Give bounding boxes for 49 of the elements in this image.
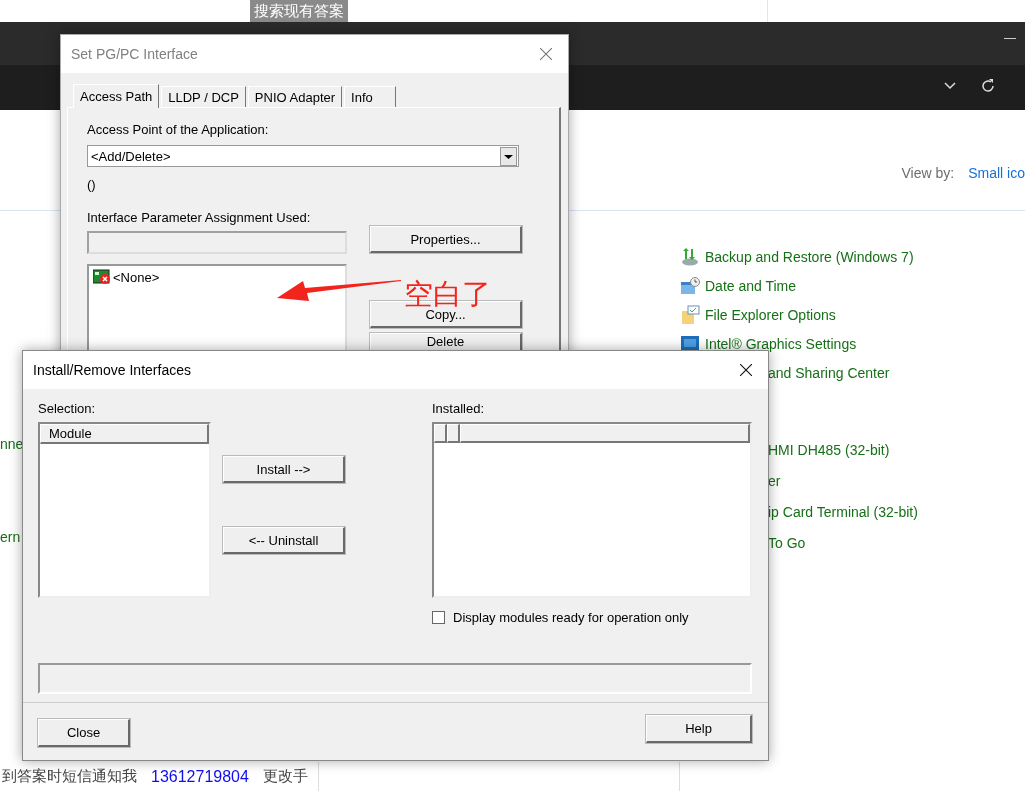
network-card-error-icon [93, 269, 111, 285]
control-panel-item[interactable]: ip Card Terminal (32-bit) [768, 503, 918, 520]
selection-label: Selection: [38, 401, 97, 416]
control-panel-item[interactable]: ern [0, 529, 21, 545]
list-item[interactable]: <None> [113, 269, 160, 285]
calendar-clock-icon [680, 275, 700, 296]
access-point-note: () [87, 177, 97, 192]
dialog-title: Install/Remove Interfaces [33, 362, 191, 378]
control-panel-item[interactable]: nne [0, 436, 24, 452]
checkbox-label[interactable]: Display modules ready for operation only [453, 610, 689, 625]
column-header[interactable]: Module [40, 424, 209, 444]
assignment-label: Interface Parameter Assignment Used: [87, 210, 312, 225]
chevron-down-icon[interactable] [944, 82, 956, 90]
control-panel-item[interactable]: Intel® Graphics Settings [705, 335, 857, 352]
selection-list[interactable]: Module [38, 422, 211, 598]
text-field[interactable] [317, 762, 680, 791]
refresh-icon[interactable] [980, 78, 996, 94]
control-panel-item[interactable]: To Go [768, 534, 806, 551]
checkbox[interactable] [432, 611, 445, 624]
installed-list[interactable] [432, 422, 752, 598]
drive-arrows-icon [680, 246, 700, 267]
dialog-button[interactable]: Properties... [370, 226, 522, 253]
tab[interactable]: PNIO Adapter [247, 86, 343, 107]
tab[interactable]: Access Path [73, 84, 160, 108]
close-button[interactable]: Close [38, 719, 130, 747]
folder-options-icon [680, 304, 700, 325]
control-panel-item[interactable]: and Sharing Center [768, 364, 890, 381]
control-panel-item[interactable]: HMI DH485 (32-bit) [768, 441, 890, 458]
tab[interactable]: LLDP / DCP [161, 86, 246, 107]
minimize-icon[interactable] [1004, 38, 1016, 40]
sms-notice-text: 到答案时短信通知我 [2, 767, 137, 786]
install-button[interactable]: Install --> [223, 456, 345, 483]
control-panel-item[interactable]: Date and Time [705, 277, 797, 294]
change-link[interactable]: 更改手 [262, 767, 308, 786]
uninstall-button[interactable]: <-- Uninstall [223, 527, 345, 554]
phone-number: 13612719804 [151, 767, 249, 786]
tab[interactable]: Info [344, 86, 397, 107]
control-panel-item[interactable]: Backup and Restore (Windows 7) [705, 248, 914, 265]
view-by-label: View by: [901, 165, 955, 181]
control-panel-item[interactable]: er [768, 472, 781, 489]
view-by-link[interactable]: Small ico [968, 165, 1025, 181]
installed-label: Installed: [432, 401, 486, 416]
control-panel-item[interactable]: File Explorer Options [705, 306, 836, 323]
dialog-title: Set PG/PC Interface [71, 46, 198, 62]
access-point-dropdown[interactable]: <Add/Delete> [87, 145, 519, 167]
close-icon[interactable] [740, 364, 752, 376]
access-point-label: Access Point of the Application: [87, 122, 270, 137]
help-button[interactable]: Help [646, 715, 752, 743]
assignment-field[interactable] [87, 231, 347, 254]
